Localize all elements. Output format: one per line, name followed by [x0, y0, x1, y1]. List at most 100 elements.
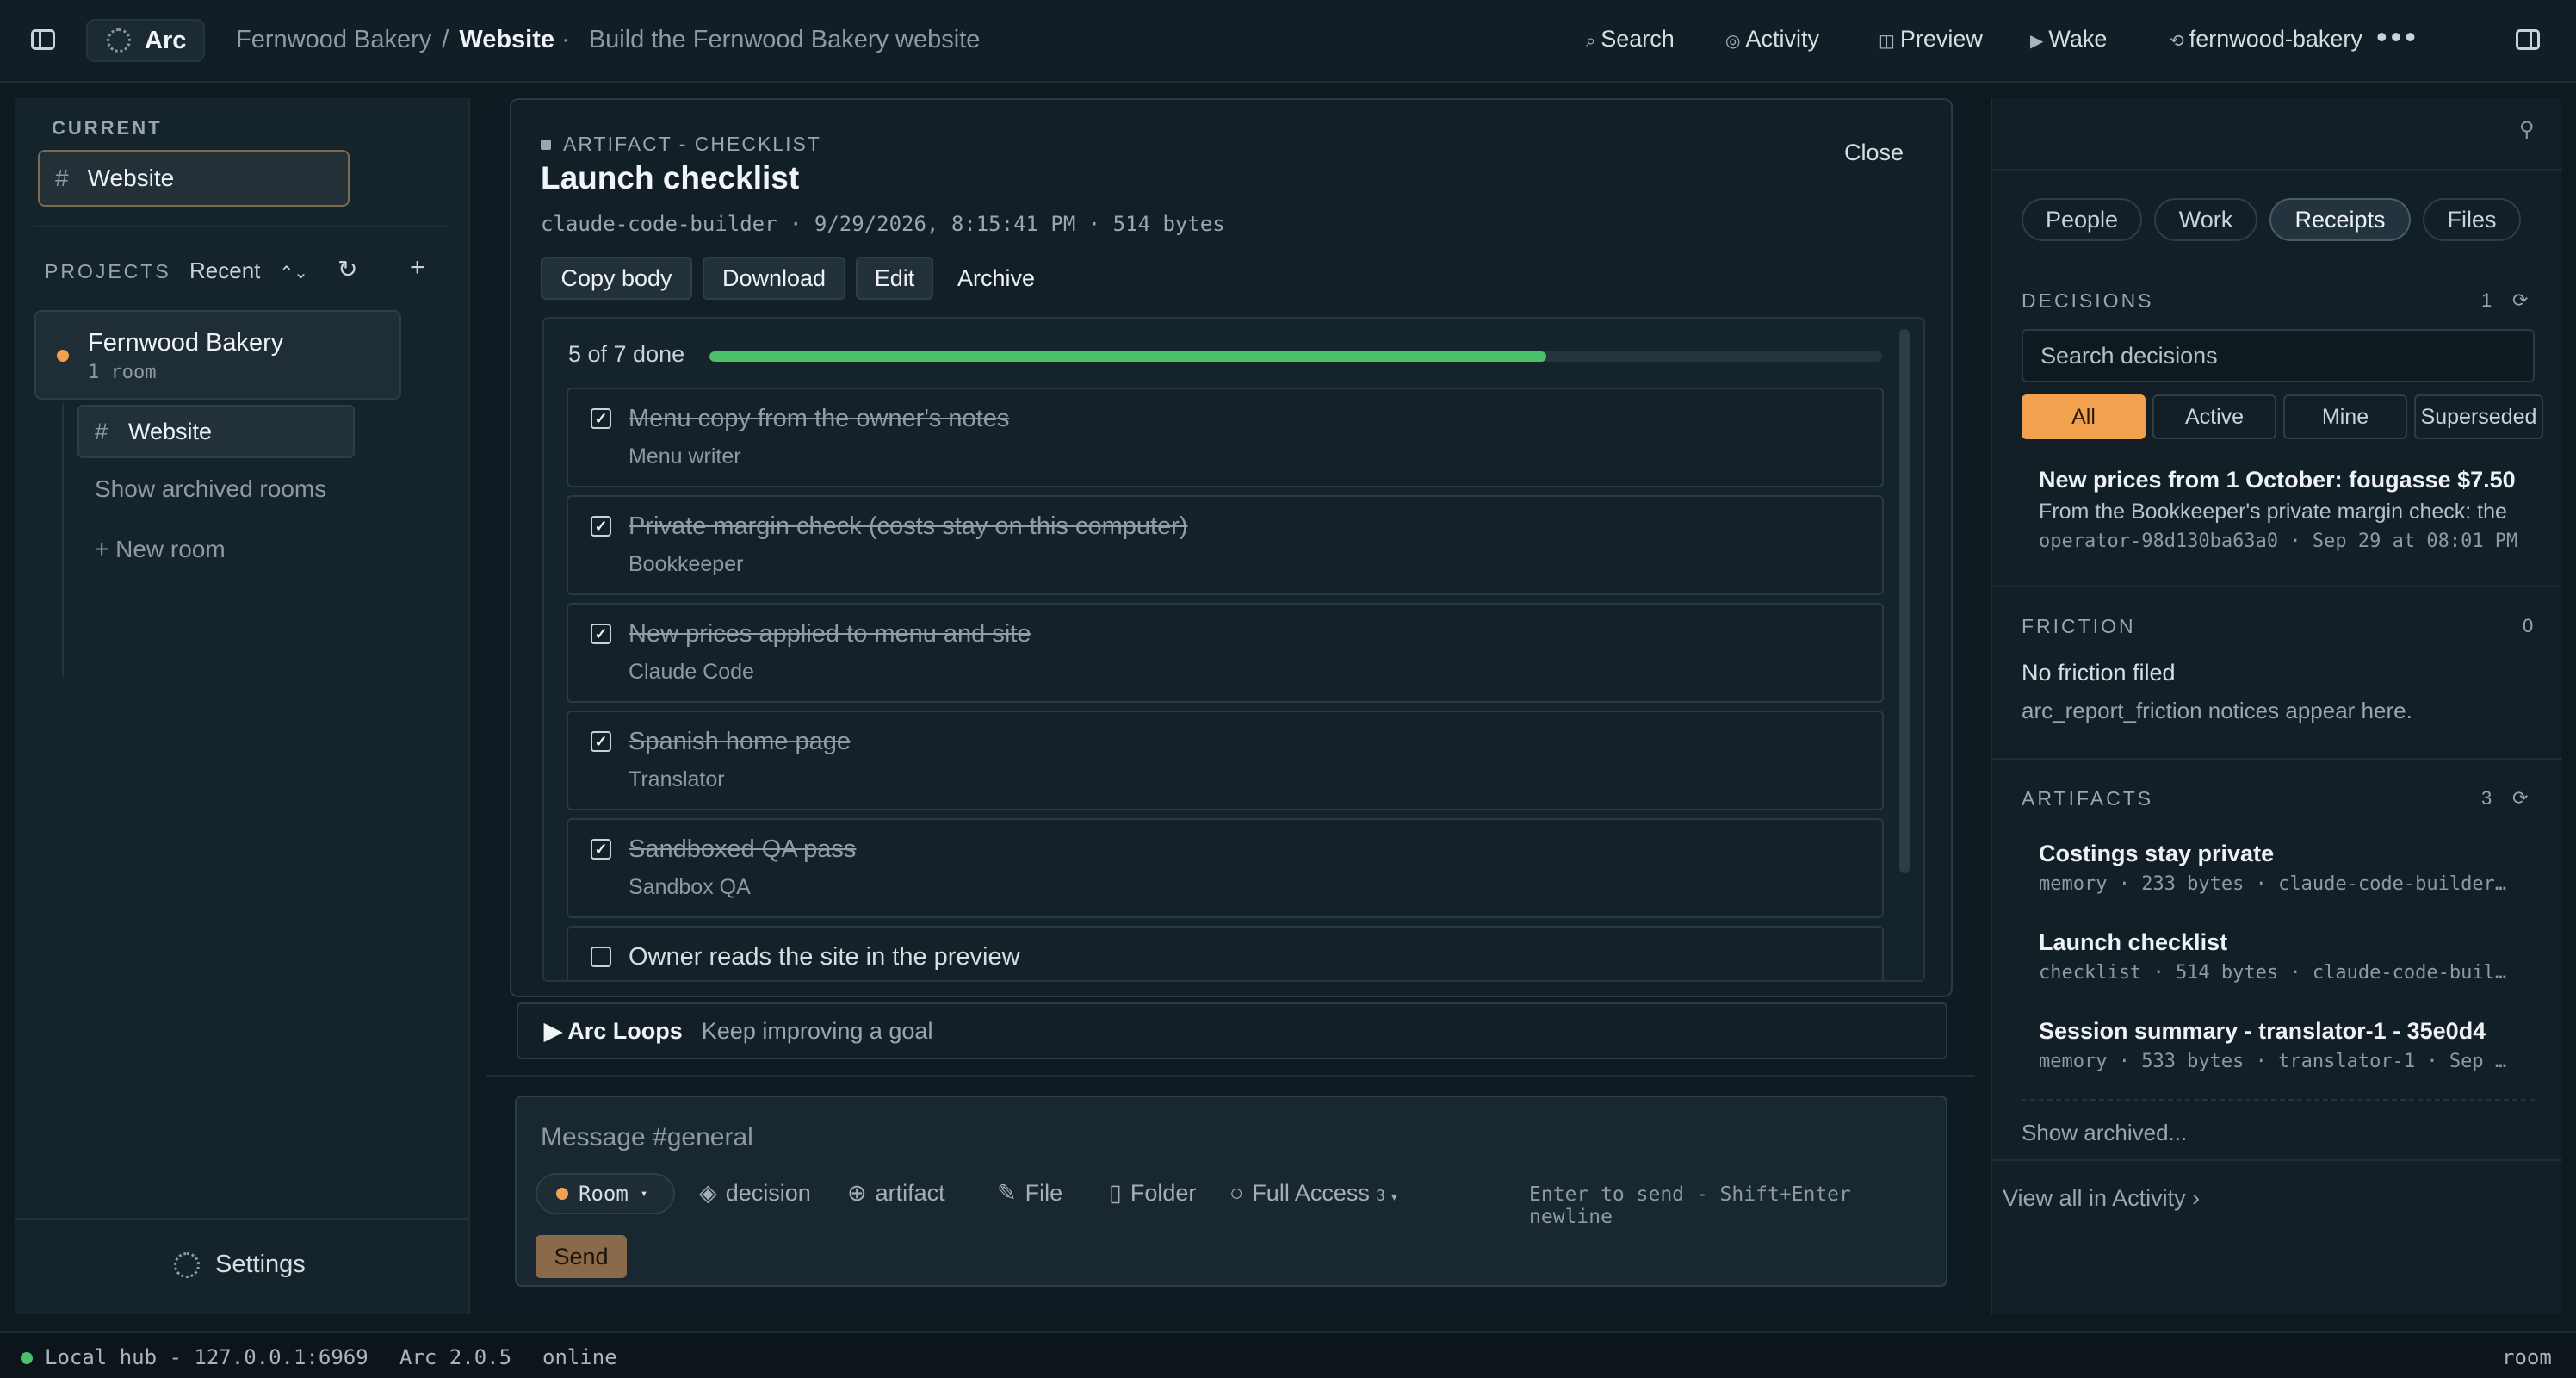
current-heading: CURRENT: [52, 117, 163, 139]
add-project-icon[interactable]: +: [410, 253, 425, 282]
artifact-button[interactable]: ⊕ artifact: [847, 1180, 945, 1207]
room-chip-label: Room: [579, 1182, 629, 1206]
decision-title[interactable]: New prices from 1 October: fougasse $7.5…: [2039, 467, 2517, 493]
settings-button[interactable]: Settings: [174, 1251, 306, 1279]
filter-superseded[interactable]: Superseded: [2414, 394, 2543, 439]
checklist-item[interactable]: ✓ Private margin check (costs stay on th…: [567, 495, 1884, 595]
artifacts-heading: ARTIFACTS: [2022, 787, 2154, 810]
divider: [486, 1075, 1975, 1077]
branch-icon: ⟲: [2170, 32, 2184, 51]
refresh-icon[interactable]: ⟳: [2512, 787, 2528, 810]
settings-label: Settings: [215, 1251, 306, 1278]
show-archived-rooms-link[interactable]: Show archived rooms: [95, 475, 326, 503]
artifact-list-item[interactable]: Session summary - translator-1 - 35e0d4: [2039, 1018, 2517, 1045]
pin-icon[interactable]: ⚲: [2519, 117, 2535, 142]
checklist-item-owner: Claude Code: [629, 660, 754, 684]
current-room-item[interactable]: # Website: [38, 150, 350, 207]
tab-work[interactable]: Work: [2154, 198, 2257, 241]
search-button[interactable]: ⌕ Search: [1586, 26, 1675, 53]
checklist-item-owner: Menu writer: [629, 444, 741, 469]
checkbox-checked-icon[interactable]: ✓: [591, 839, 611, 860]
decision-meta: operator-98d130ba63a0 · Sep 29 at 08:01 …: [2039, 531, 2518, 552]
breadcrumb-separator: /: [442, 26, 449, 53]
artifacts-count: 3: [2481, 787, 2492, 809]
checkbox-unchecked-icon[interactable]: [591, 947, 611, 967]
decisions-heading: DECISIONS: [2022, 289, 2154, 312]
hub-address: Local hub - 127.0.0.1:6969: [45, 1345, 368, 1369]
tab-receipts[interactable]: Receipts: [2269, 198, 2411, 241]
checklist-item[interactable]: ✓ Sandboxed QA pass Sandbox QA: [567, 818, 1884, 918]
projects-heading: PROJECTS: [45, 260, 171, 282]
chevron-down-icon: ▾: [1390, 1189, 1397, 1203]
scrollbar[interactable]: [1899, 329, 1910, 873]
checklist-item[interactable]: ✓ Spanish home page Translator: [567, 711, 1884, 810]
checklist: 5 of 7 done ✓ Menu copy from the owner's…: [542, 317, 1925, 982]
decisions-search-input[interactable]: Search decisions: [2022, 329, 2535, 382]
artifact-list-item[interactable]: Launch checklist: [2039, 929, 2517, 956]
message-input[interactable]: Message #general: [541, 1123, 753, 1152]
archive-button[interactable]: Archive: [940, 257, 1052, 300]
artifact-list-meta: memory · 233 bytes · claude-code-builder…: [2039, 873, 2514, 895]
decision-description: From the Bookkeeper's private margin che…: [2039, 500, 2507, 524]
access-select[interactable]: ○ Full Access 3 ▾: [1229, 1180, 1397, 1207]
sort-select[interactable]: Recent ⌃⌄: [189, 258, 308, 284]
preview-button[interactable]: ◫ Preview: [1879, 26, 1983, 53]
show-archived-link[interactable]: Show archived...: [2022, 1120, 2187, 1146]
sidebar-room-website[interactable]: # Website: [77, 405, 355, 458]
checkbox-checked-icon[interactable]: ✓: [591, 408, 611, 429]
download-button[interactable]: Download: [703, 257, 845, 300]
refresh-icon[interactable]: ⟳: [2512, 289, 2528, 312]
copy-body-button[interactable]: Copy body: [541, 257, 692, 300]
room-scope-chip[interactable]: Room ▾: [536, 1173, 675, 1214]
activity-button[interactable]: ◎ Activity: [1725, 26, 1819, 53]
view-all-activity-link[interactable]: View all in Activity ›: [2003, 1185, 2200, 1212]
wake-label: Wake: [2048, 26, 2108, 52]
checkbox-checked-icon[interactable]: ✓: [591, 516, 611, 537]
toggle-sidebar-icon[interactable]: [31, 29, 55, 50]
friction-empty-title: No friction filed: [2022, 660, 2176, 686]
checkbox-checked-icon[interactable]: ✓: [591, 731, 611, 752]
filter-active[interactable]: Active: [2152, 394, 2276, 439]
close-button[interactable]: Close: [1844, 140, 1904, 166]
app-brand-button[interactable]: Arc: [86, 19, 205, 62]
divider: [1992, 758, 2562, 760]
send-button[interactable]: Send: [536, 1235, 627, 1278]
artifact-list-item[interactable]: Costings stay private: [2039, 841, 2517, 867]
decision-label: decision: [725, 1180, 811, 1206]
wake-button[interactable]: ▶ Wake: [2030, 26, 2107, 53]
preview-label: Preview: [1899, 26, 1983, 52]
folder-button[interactable]: ▯ Folder: [1109, 1180, 1196, 1207]
checklist-item[interactable]: ✓ Menu copy from the owner's notes Menu …: [567, 388, 1884, 487]
artifact-meta: claude-code-builder · 9/29/2026, 8:15:41…: [541, 212, 1225, 236]
file-button[interactable]: ✎ File: [997, 1180, 1062, 1207]
project-item[interactable]: Fernwood Bakery 1 room: [34, 310, 401, 400]
diamond-icon: ◈: [699, 1180, 717, 1206]
tab-people[interactable]: People: [2022, 198, 2142, 241]
room-description: Build the Fernwood Bakery website: [588, 26, 981, 53]
artifact-list-meta: checklist · 514 bytes · claude-code-buil…: [2039, 962, 2514, 984]
repo-button[interactable]: ⟲ fernwood-bakery: [2170, 26, 2362, 53]
repo-label: fernwood-bakery: [2189, 26, 2362, 52]
refresh-icon[interactable]: ↻: [337, 255, 357, 283]
artifact-kicker-label: ARTIFACT - CHECKLIST: [563, 133, 821, 155]
tab-files[interactable]: Files: [2423, 198, 2521, 241]
toggle-right-panel-icon[interactable]: [2516, 29, 2540, 50]
checklist-item[interactable]: ✓ New prices applied to menu and site Cl…: [567, 603, 1884, 703]
breadcrumb-project[interactable]: Fernwood Bakery: [236, 26, 431, 53]
breadcrumb-room[interactable]: Website: [459, 26, 554, 53]
filter-all[interactable]: All: [2022, 394, 2146, 439]
edit-button[interactable]: Edit: [856, 257, 933, 300]
hash-icon: #: [55, 164, 69, 191]
app-version: Arc 2.0.5: [399, 1345, 512, 1369]
new-room-button[interactable]: + New room: [95, 536, 226, 563]
decision-button[interactable]: ◈ decision: [699, 1180, 811, 1207]
sort-label: Recent: [189, 258, 261, 283]
arc-loops-toggle[interactable]: ▶ Arc Loops Keep improving a goal: [517, 1002, 1947, 1059]
checklist-item-owner: Sandbox QA: [629, 875, 751, 899]
divider: [33, 226, 449, 227]
more-icon[interactable]: •••: [2376, 19, 2419, 55]
checklist-item[interactable]: Owner reads the site in the preview: [567, 926, 1884, 980]
checkbox-checked-icon[interactable]: ✓: [591, 624, 611, 644]
breadcrumb-dot: ·: [561, 26, 570, 53]
filter-mine[interactable]: Mine: [2283, 394, 2407, 439]
